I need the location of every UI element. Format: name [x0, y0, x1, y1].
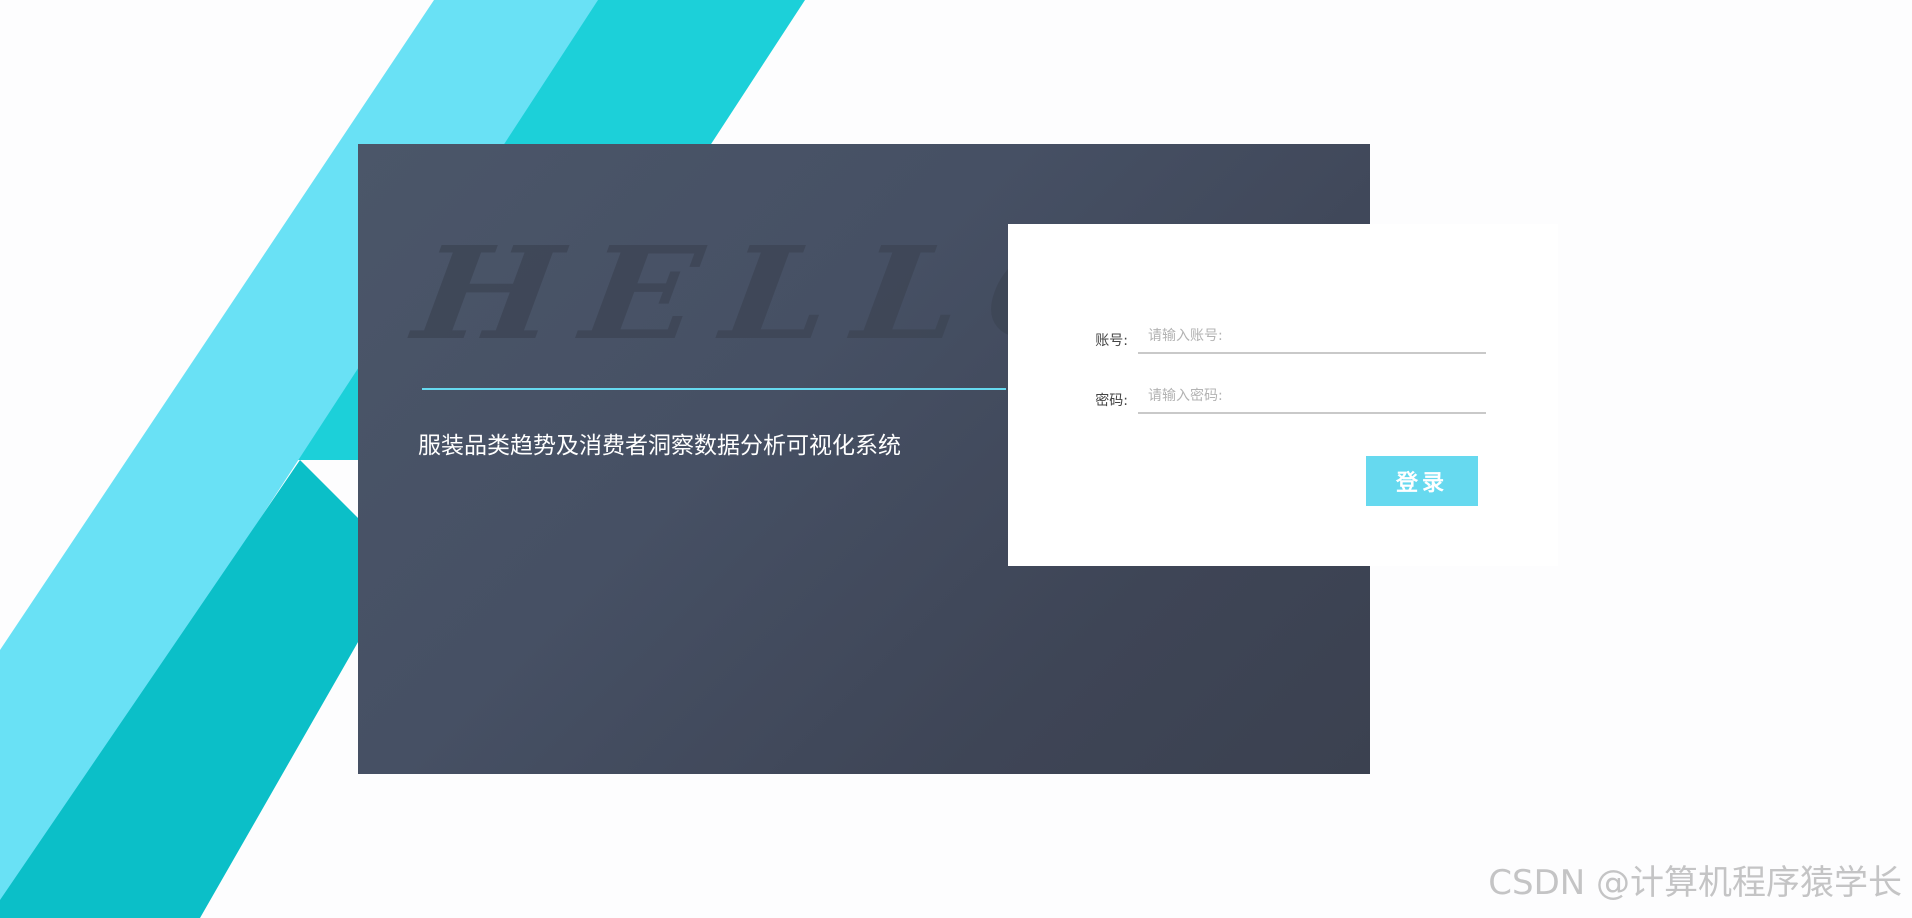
hero-divider — [422, 388, 1006, 390]
account-input[interactable] — [1138, 320, 1486, 354]
login-page: HELLO 服装品类趋势及消费者洞察数据分析可视化系统 账号: 密码: 登录 C… — [0, 0, 1912, 918]
password-row: 密码: — [1080, 380, 1486, 420]
login-card: 账号: 密码: 登录 — [1008, 224, 1558, 566]
password-input[interactable] — [1138, 380, 1486, 414]
password-label: 密码: — [1095, 393, 1128, 409]
system-title: 服装品类趋势及消费者洞察数据分析可视化系统 — [418, 433, 901, 459]
account-label: 账号: — [1095, 333, 1128, 349]
account-row: 账号: — [1080, 320, 1486, 360]
login-button[interactable]: 登录 — [1366, 456, 1478, 506]
csdn-watermark: CSDN @计算机程序猿学长 — [1488, 863, 1902, 903]
